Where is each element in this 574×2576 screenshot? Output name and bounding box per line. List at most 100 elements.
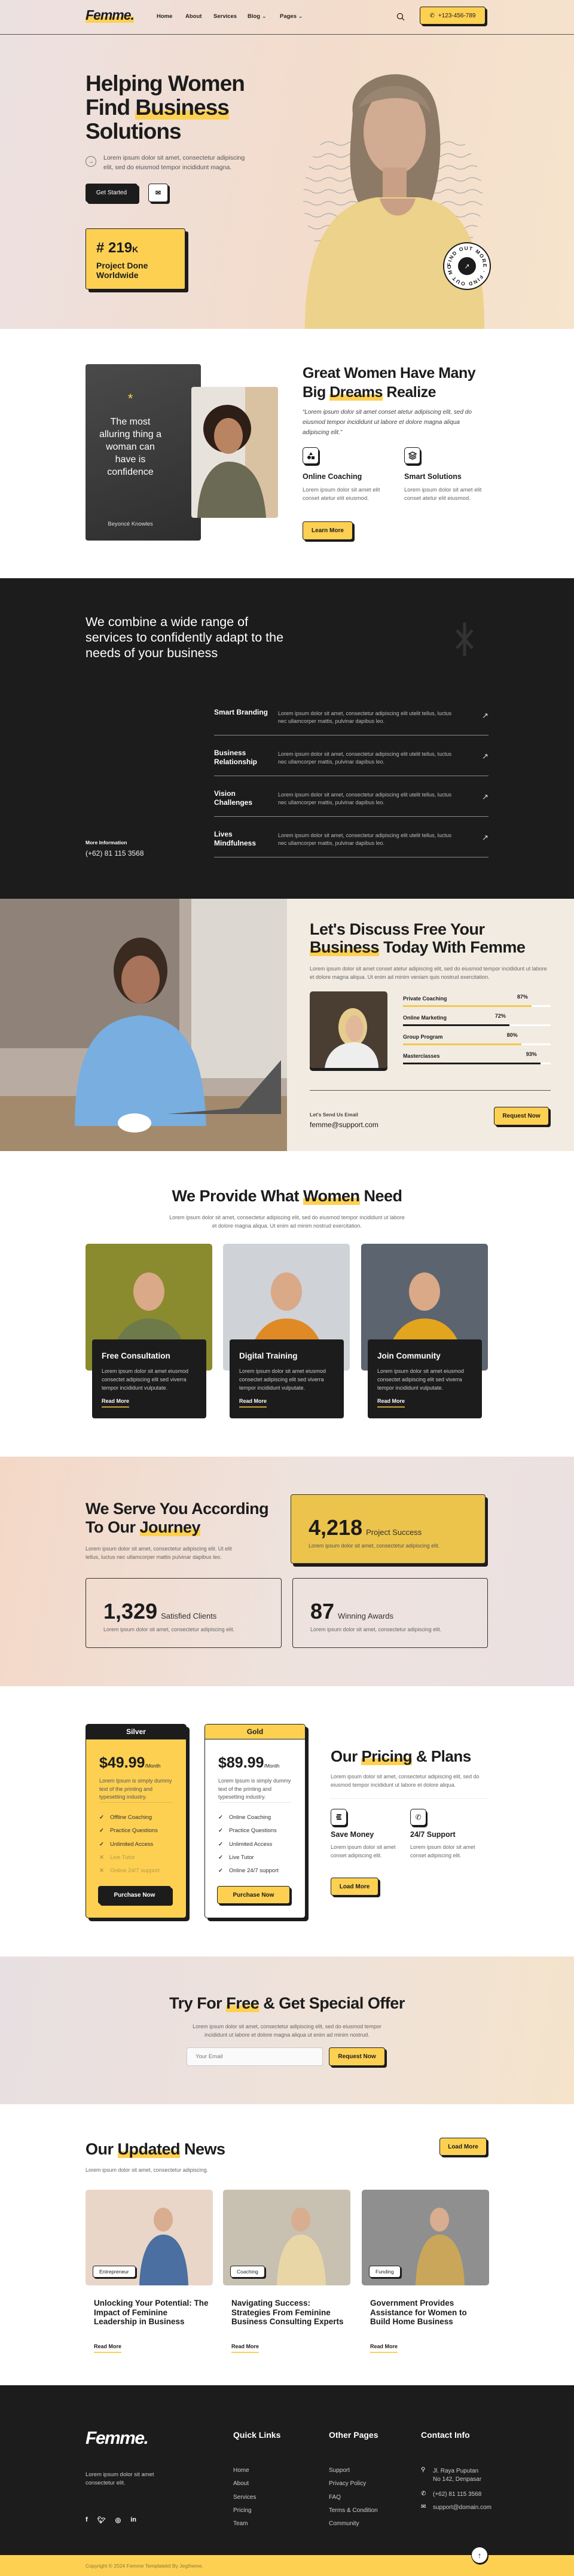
news-headline[interactable]: Government Provides Assistance for Women… [370, 2299, 487, 2327]
skill-fill [403, 1024, 509, 1026]
footer-link[interactable]: Services [233, 2494, 256, 2501]
plan-feature: ✓ Online Coaching [218, 1814, 279, 1827]
nav-blog[interactable]: Blog ⌄ [248, 13, 267, 20]
footer-logo[interactable]: Femme. [86, 2428, 149, 2449]
arrow-right-icon: → [86, 156, 96, 167]
read-more-link[interactable]: Read More [102, 1398, 130, 1408]
shapes-icon [303, 447, 319, 464]
header-divider [0, 34, 574, 35]
phone-icon: ✆ [429, 12, 435, 19]
instagram-icon[interactable]: ◎ [115, 2516, 121, 2524]
read-more-link[interactable]: Read More [239, 1398, 267, 1408]
provide-title: We Provide What Women Need [172, 1187, 402, 1205]
plan-feature: ✓ Unlimited Access [218, 1841, 279, 1854]
get-started-button[interactable]: Get Started [86, 184, 138, 202]
arrow-up-right-icon[interactable]: ↗ [482, 711, 488, 721]
facebook-icon[interactable]: f [86, 2516, 88, 2524]
arrow-up-right-icon[interactable]: ↗ [482, 752, 488, 761]
pricing-section: Silver $49.99/Month Lorem Ipsum is simply … [0, 1686, 574, 1957]
about-title: Great Women Have Many Big Dreams Realize [303, 365, 476, 401]
read-more-link[interactable]: Read More [370, 2343, 398, 2353]
location-icon: ⚲ [421, 2467, 426, 2473]
footer: Femme. Lorem ipsum dolor sit amet consec… [0, 2385, 574, 2576]
nav-about[interactable]: About [185, 13, 201, 20]
feature-title: Online Coaching [303, 472, 362, 481]
purchase-now-button[interactable]: Purchase Now [98, 1886, 171, 1904]
skill-track [403, 1043, 551, 1045]
skill-fill [403, 1005, 532, 1007]
hero-title: Helping Women Find Business Solutions [86, 71, 245, 144]
learn-more-button[interactable]: Learn More [303, 521, 353, 540]
offer-section: Try For Free & Get Special Offer Lorem i… [0, 1957, 574, 2104]
coach-photo [310, 991, 387, 1068]
footer-link[interactable]: Home [233, 2467, 249, 2474]
category-tag[interactable]: Funding [369, 2266, 401, 2278]
divider [310, 1090, 551, 1091]
skill-fill [403, 1063, 541, 1064]
footer-link[interactable]: Support [329, 2467, 350, 2474]
nav-pages[interactable]: Pages ⌄ [280, 13, 303, 20]
logo[interactable]: Femme. [86, 7, 135, 23]
skill-track [403, 1024, 551, 1026]
news-headline[interactable]: Unlocking Your Potential: The Impact of … [94, 2299, 210, 2327]
discuss-section: Let's Discuss Free Your Business Today W… [0, 899, 574, 1151]
nav-services[interactable]: Services [213, 13, 237, 20]
check-icon: ✓ [99, 1841, 104, 1848]
request-now-button[interactable]: Request Now [329, 2047, 385, 2066]
plan-feature: ✓ Offline Coaching [99, 1814, 160, 1827]
footer-link[interactable]: About [233, 2480, 249, 2487]
asterisk-icon: * [127, 391, 133, 406]
twitter-icon[interactable]: 🐦︎ [97, 2516, 106, 2524]
category-tag[interactable]: Entrepreneur [93, 2266, 136, 2278]
email-input[interactable] [187, 2047, 323, 2066]
arrow-up-right-icon[interactable]: ↗ [482, 792, 488, 802]
request-now-button[interactable]: Request Now [494, 1107, 549, 1125]
check-icon: ✓ [99, 1814, 104, 1821]
services-phone[interactable]: (+62) 81 115 3568 [86, 849, 144, 857]
footer-link[interactable]: Terms & Condition [329, 2507, 378, 2514]
news-headline[interactable]: Navigating Success: Strategies From Femi… [231, 2299, 348, 2327]
plan-feature: ✓ Online 24/7 support [218, 1867, 279, 1881]
footer-link[interactable]: FAQ [329, 2494, 341, 2501]
mail-icon: ✉ [155, 190, 161, 197]
plan-feature: ✓ Practice Questions [99, 1827, 160, 1841]
more-info-label: More Information [86, 840, 127, 846]
phone-button[interactable]: ✆ +123-456-789 [420, 7, 486, 25]
hero-section: Femme. Home About Services Blog ⌄ Pages … [0, 0, 574, 329]
footer-link[interactable]: Community [329, 2520, 359, 2527]
plan-feature: ✓ Unlimited Access [99, 1841, 160, 1854]
mail-button[interactable]: ✉ [148, 184, 168, 202]
scroll-top-button[interactable]: ↑ [471, 2547, 488, 2563]
plan-feature: ✓ Live Tutor [218, 1854, 279, 1867]
offer-title: Try For Free & Get Special Offer [169, 1994, 405, 2012]
skill-track [403, 1005, 551, 1007]
about-woman-photo [191, 387, 278, 518]
stat-card: 87 Winning Awards Lorem ipsum dolor sit a… [292, 1578, 488, 1648]
asterisk-icon [456, 622, 474, 656]
services-heading: We combine a wide range of services to c… [86, 615, 284, 660]
category-tag[interactable]: Coaching [230, 2266, 265, 2278]
read-more-link[interactable]: Read More [231, 2343, 259, 2353]
check-icon: ✓ [218, 1841, 223, 1848]
find-out-more-badge[interactable]: FIND OUT MORE · FIND OUT MORE ·↗ [443, 242, 491, 290]
purchase-now-button[interactable]: Purchase Now [217, 1886, 290, 1904]
plan-feature: ✕ Online 24/7 support [99, 1867, 160, 1881]
pricing-title: Our Pricing & Plans [331, 1747, 471, 1765]
nav-home[interactable]: Home [157, 13, 172, 20]
discuss-title: Let's Discuss Free Your Business Today W… [310, 920, 526, 956]
footer-link[interactable]: Pricing [233, 2507, 252, 2514]
chevron-down-icon: ⌄ [298, 13, 303, 20]
footer-link[interactable]: Team [233, 2520, 248, 2527]
arrow-up-right-icon[interactable]: ↗ [482, 833, 488, 843]
search-icon[interactable] [396, 13, 405, 21]
news-title: Our Updated News [86, 2140, 225, 2158]
load-more-button[interactable]: Load More [439, 2138, 487, 2156]
footer-link[interactable]: Privacy Policy [329, 2480, 366, 2487]
support-email[interactable]: femme@support.com [310, 1121, 378, 1129]
read-more-link[interactable]: Read More [94, 2343, 122, 2353]
linkedin-icon[interactable]: in [130, 2516, 136, 2524]
check-icon: ✓ [99, 1827, 104, 1835]
read-more-link[interactable]: Read More [377, 1398, 405, 1408]
pricing-card: Gold $89.99/Month Lorem Ipsum is simply du… [204, 1724, 306, 1918]
load-more-button[interactable]: Load More [331, 1878, 378, 1896]
